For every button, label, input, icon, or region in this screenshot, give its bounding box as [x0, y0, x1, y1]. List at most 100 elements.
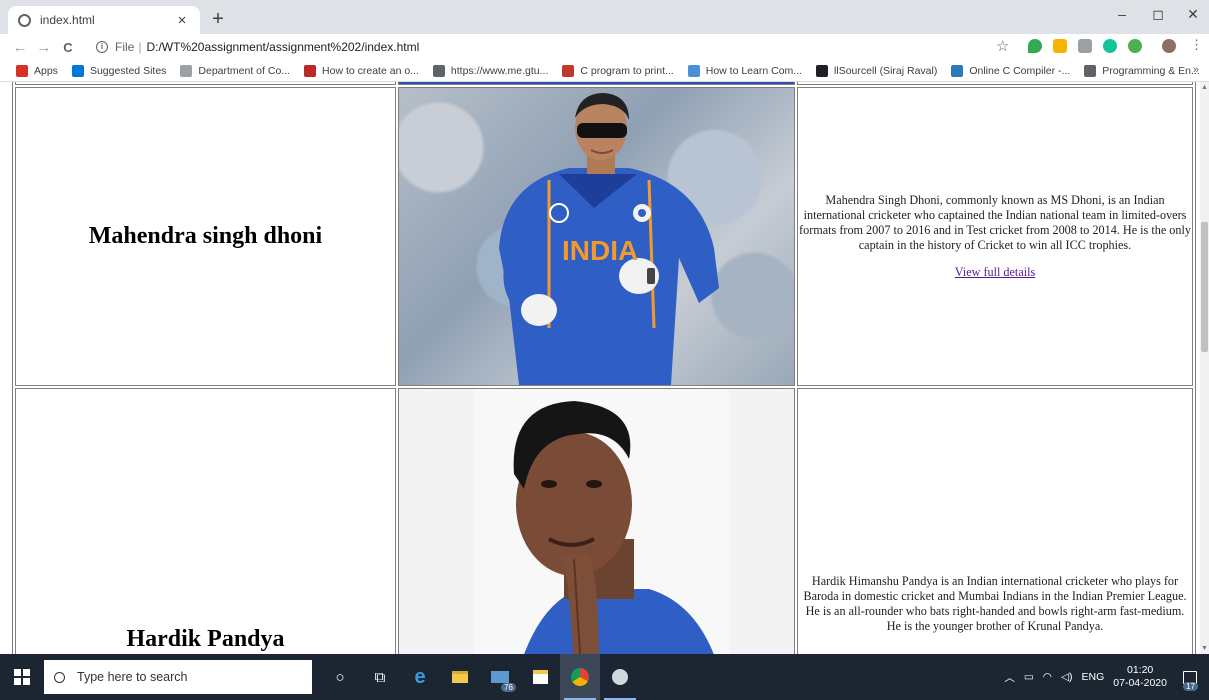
table-cell: Hardik Himanshu Pandya is an Indian inte…: [797, 388, 1193, 654]
bookmark-label: Department of Co...: [198, 65, 291, 77]
scrollbar-thumb[interactable]: [1201, 222, 1208, 352]
mail-badge: 76: [501, 683, 516, 692]
task-view-icon[interactable]: ⧉: [360, 654, 400, 700]
bookmark-favicon-icon: [304, 65, 317, 77]
bookmarks-bar: Apps Suggested Sites Department of Co... Ho…: [0, 61, 1209, 82]
menu-icon[interactable]: ⋮: [1190, 37, 1204, 52]
bookmark-favicon-icon: [16, 65, 28, 77]
maximize-button[interactable]: ◻: [1143, 6, 1173, 23]
show-hidden-icons[interactable]: ︿: [1004, 670, 1015, 685]
paint-icon[interactable]: [600, 654, 640, 700]
clock[interactable]: 01:20 07-04-2020: [1113, 664, 1167, 690]
bookmark-item[interactable]: Apps: [16, 65, 58, 77]
search-placeholder: Type here to search: [77, 670, 188, 684]
bookmarks-overflow-icon[interactable]: »: [1193, 64, 1199, 76]
windows-logo-icon: [14, 669, 30, 685]
wifi-icon[interactable]: ◠: [1043, 671, 1052, 683]
address-bar[interactable]: i File | D:/WT%20assignment/assignment%2…: [96, 36, 1016, 58]
search-icon: [54, 671, 65, 683]
bookmark-item[interactable]: Online C Compiler -...: [951, 65, 1070, 77]
bookmark-star-icon[interactable]: ☆: [996, 37, 1009, 55]
edge-icon[interactable]: e: [400, 654, 440, 700]
extension-icon[interactable]: [1128, 39, 1142, 53]
minimize-button[interactable]: –: [1107, 6, 1137, 22]
file-explorer-icon[interactable]: [440, 654, 480, 700]
bookmark-item[interactable]: How to Learn Com...: [687, 65, 803, 77]
table-row: Hardik Pandya Hardik Himanshu Pandya is …: [15, 388, 1193, 654]
view-full-details-link[interactable]: View full details: [955, 265, 1036, 280]
bookmark-label: Suggested Sites: [89, 65, 167, 77]
chrome-icon[interactable]: [560, 654, 600, 700]
bookmark-favicon-icon: [687, 65, 700, 77]
jersey-text: INDIA: [562, 235, 638, 266]
bookmark-label: C program to print...: [580, 65, 674, 77]
new-tab-button[interactable]: +: [207, 8, 229, 31]
bookmark-favicon-icon: [180, 65, 193, 77]
globe-icon: [18, 13, 31, 27]
table-cell: [797, 82, 1193, 85]
table-cell: Mahendra Singh Dhoni, commonly known as …: [797, 87, 1193, 386]
close-window-button[interactable]: ✕: [1178, 6, 1208, 23]
bookmark-favicon-icon: [951, 65, 964, 77]
tab-close-icon[interactable]: ×: [174, 12, 190, 29]
cortana-icon[interactable]: ○: [320, 654, 360, 700]
info-icon[interactable]: i: [96, 41, 108, 53]
url-scheme: File: [115, 40, 135, 54]
bookmark-item[interactable]: Suggested Sites: [71, 65, 167, 77]
page-viewport: Mahendra singh dhoni INDIA Mahendra Sing…: [0, 82, 1200, 654]
store-icon[interactable]: [520, 654, 560, 700]
table-cell: [398, 82, 795, 85]
tab-strip: index.html × + – ◻ ✕: [0, 0, 1209, 34]
start-button[interactable]: [0, 654, 44, 700]
table-cell: [15, 82, 396, 85]
table-cell: INDIA: [398, 87, 795, 386]
player-description: Mahendra Singh Dhoni, commonly known as …: [799, 193, 1191, 252]
bookmark-item[interactable]: llSourcell (Siraj Raval): [816, 65, 937, 77]
bookmark-favicon-icon: [816, 65, 829, 77]
players-table: Mahendra singh dhoni INDIA Mahendra Sing…: [12, 82, 1196, 654]
table-row: [15, 82, 1193, 85]
forward-button[interactable]: →: [32, 39, 56, 56]
shield-extension-icon[interactable]: [1028, 39, 1042, 53]
bookmark-label: Apps: [34, 65, 58, 77]
language-indicator[interactable]: ENG: [1082, 671, 1105, 683]
grammarly-icon[interactable]: [1103, 39, 1117, 53]
hardik-photo: [399, 389, 794, 654]
profile-avatar[interactable]: [1162, 39, 1176, 53]
player-description: Hardik Himanshu Pandya is an Indian inte…: [803, 574, 1187, 633]
browser-tab[interactable]: index.html ×: [8, 6, 200, 34]
table-cell: Hardik Pandya: [15, 388, 396, 654]
bookmark-item[interactable]: How to create an o...: [304, 65, 419, 77]
bookmark-label: Programming & En...: [1102, 65, 1200, 77]
dhoni-photo: INDIA: [399, 88, 794, 385]
bookmark-favicon-icon: [432, 65, 445, 77]
action-center-icon[interactable]: 17: [1179, 654, 1209, 700]
volume-icon[interactable]: ◁): [1061, 671, 1073, 683]
clock-date: 07-04-2020: [1113, 677, 1167, 689]
back-button[interactable]: ←: [8, 39, 32, 56]
reload-button[interactable]: C: [56, 40, 80, 55]
url-text[interactable]: D:/WT%20assignment/assignment%202/index.…: [146, 40, 419, 54]
extension-icon[interactable]: [1078, 39, 1092, 53]
bookmark-item[interactable]: C program to print...: [562, 65, 674, 77]
scroll-down-icon[interactable]: ▼: [1201, 645, 1208, 652]
bookmark-item[interactable]: https://www.me.gtu...: [432, 65, 548, 77]
tab-title: index.html: [40, 13, 95, 27]
bookmark-label: How to Learn Com...: [705, 65, 803, 77]
clock-time: 01:20: [1127, 664, 1154, 676]
bookmark-favicon-icon: [562, 65, 575, 77]
bookmark-item[interactable]: Department of Co...: [180, 65, 290, 77]
scroll-up-icon[interactable]: ▲: [1201, 84, 1208, 91]
bookmark-item[interactable]: Programming & En...: [1084, 65, 1200, 77]
taskbar-search-box[interactable]: Type here to search: [44, 660, 312, 694]
system-tray: ︿ ▭ ◠ ◁) ENG 01:20 07-04-2020 17: [1004, 654, 1209, 700]
extension-icon[interactable]: [1053, 39, 1067, 53]
bookmark-label: llSourcell (Siraj Raval): [834, 65, 938, 77]
table-row: Mahendra singh dhoni INDIA Mahendra Sing…: [15, 87, 1193, 386]
bookmark-favicon-icon: [1084, 65, 1097, 77]
page-scrollbar[interactable]: ▲ ▼: [1200, 82, 1209, 654]
player-name: Mahendra singh dhoni: [15, 87, 396, 386]
notification-count: 17: [1183, 682, 1198, 691]
battery-icon[interactable]: ▭: [1024, 671, 1034, 683]
mail-icon[interactable]: 76: [480, 654, 520, 700]
